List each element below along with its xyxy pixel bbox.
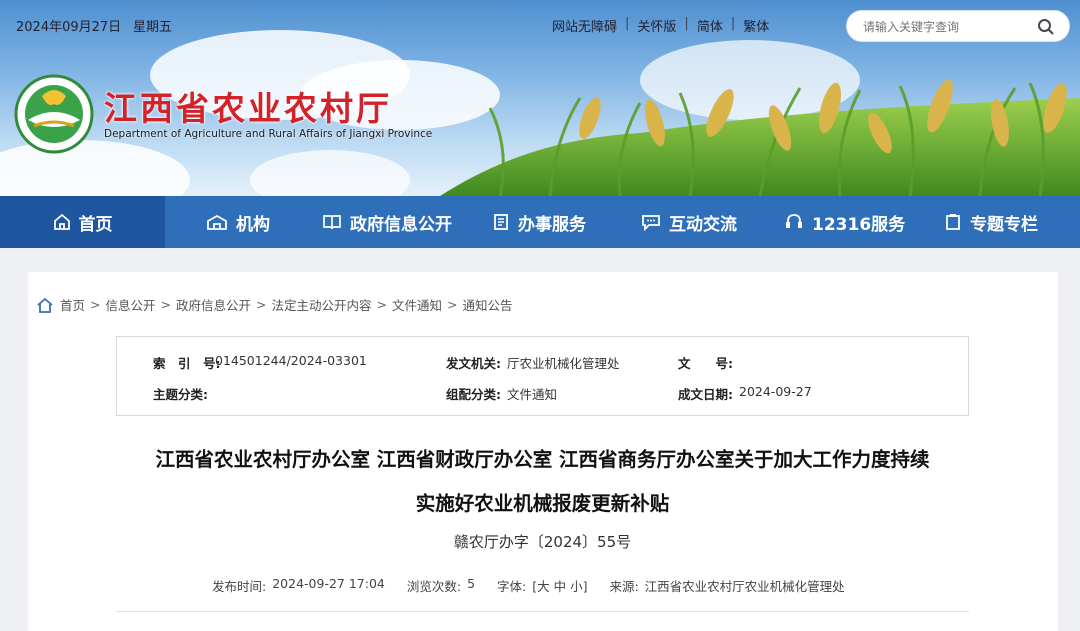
clipboard-icon <box>946 214 960 230</box>
search-box <box>846 10 1070 42</box>
article-title-line-1: 江西省农业农村厅办公室 江西省财政厅办公室 江西省商务厅办公室关于加大工作力度持… <box>155 448 930 471</box>
nav-item-interaction[interactable]: 互动交流 <box>641 196 737 248</box>
nav-item-label: 互动交流 <box>669 214 737 235</box>
simplified-chinese-link[interactable]: 简体 <box>697 16 723 35</box>
article-info-bar: 发布时间: 2024-09-27 17:04 浏览次数: 5 字体: [大 中 … <box>212 576 845 595</box>
breadcrumb-item[interactable]: 信息公开 <box>106 295 156 314</box>
chevron-right-icon: > <box>256 297 267 312</box>
doc-number-label: 文 号: <box>678 356 733 371</box>
category-value: 文件通知 <box>507 387 558 402</box>
source-value: 江西省农业农村厅农业机械化管理处 <box>644 579 845 594</box>
nav-item-label: 办事服务 <box>518 214 586 235</box>
current-date: 2024年09月27日 <box>16 20 122 35</box>
nav-item-home[interactable]: 首页 <box>0 196 165 248</box>
nav-item-services[interactable]: 办事服务 <box>492 196 586 248</box>
building-icon <box>207 214 227 230</box>
written-date-label: 成文日期: <box>678 387 733 402</box>
publish-time-label: 发布时间: <box>212 579 267 594</box>
cloud-decoration <box>250 150 410 196</box>
breadcrumb-item[interactable]: 文件通知 <box>392 295 442 314</box>
nav-item-organization[interactable]: 机构 <box>206 196 270 248</box>
written-date-value: 2024-09-27 <box>739 384 812 399</box>
breadcrumb-item[interactable]: 法定主动公开内容 <box>272 295 372 314</box>
site-title: 江西省农业农村厅 <box>104 89 392 128</box>
document-icon <box>494 214 508 230</box>
topic-label: 主题分类: <box>153 387 208 402</box>
header-banner: 2024年09月27日 星期五 网站无障碍 | 关怀版 | 简体 | 繁体 江西… <box>0 0 1080 196</box>
nav-item-12316[interactable]: 12316服务 <box>784 196 905 248</box>
nav-item-topics[interactable]: 专题专栏 <box>944 196 1038 248</box>
site-title-english: Department of Agriculture and Rural Affa… <box>104 128 433 140</box>
chat-icon <box>642 215 660 231</box>
divider <box>116 611 969 612</box>
breadcrumb-item[interactable]: 通知公告 <box>463 295 513 314</box>
breadcrumb: 首页 > 信息公开 > 政府信息公开 > 法定主动公开内容 > 文件通知 > 通知公告 <box>36 295 513 314</box>
top-links: 网站无障碍 | 关怀版 | 简体 | 繁体 <box>552 16 769 35</box>
rice-field-image <box>440 79 1080 196</box>
category-label: 组配分类: <box>446 387 501 402</box>
top-bar: 2024年09月27日 星期五 网站无障碍 | 关怀版 | 简体 | 繁体 <box>0 0 1080 48</box>
separator: | <box>730 16 736 31</box>
separator: | <box>625 16 630 31</box>
care-mode-link[interactable]: 关怀版 <box>637 16 676 35</box>
main-nav: 首页 机构 政府信息公开 办事服务 互动交流 12316服务 专题专栏 <box>0 196 1080 248</box>
font-size-switcher[interactable]: [大 中 小] <box>532 576 587 595</box>
chevron-right-icon: > <box>447 297 458 312</box>
article-title-line-2: 实施好农业机械报废更新补贴 <box>415 492 670 515</box>
accessibility-link[interactable]: 网站无障碍 <box>552 16 617 35</box>
issuer-label: 发文机关: <box>446 356 501 371</box>
publish-time-value: 2024-09-27 17:04 <box>272 576 385 591</box>
document-metadata-box: 索 引 号: 014501244/2024-03301 发文机关: 厅农业机械化… <box>116 336 969 416</box>
views-value: 5 <box>467 576 476 591</box>
search-input[interactable] <box>863 18 1033 36</box>
index-value: 014501244/2024-03301 <box>215 353 367 368</box>
breadcrumb-item[interactable]: 政府信息公开 <box>176 295 251 314</box>
nav-item-label: 专题专栏 <box>970 214 1038 235</box>
nav-item-label: 12316服务 <box>812 214 906 235</box>
chevron-right-icon: > <box>160 297 171 312</box>
nav-item-label: 机构 <box>236 214 270 235</box>
home-icon <box>53 213 70 230</box>
search-icon[interactable] <box>1037 18 1055 36</box>
book-icon <box>323 215 341 230</box>
traditional-chinese-link[interactable]: 繁体 <box>743 16 769 35</box>
views-label: 浏览次数: <box>406 579 462 594</box>
article-doc-number: 赣农厅办字〔2024〕55号 <box>453 533 632 551</box>
home-icon <box>37 297 53 313</box>
chevron-right-icon: > <box>90 297 101 312</box>
current-weekday: 星期五 <box>133 20 173 35</box>
index-label: 索 引 号: <box>153 356 221 371</box>
chevron-right-icon: > <box>376 297 387 312</box>
department-logo[interactable] <box>14 74 94 154</box>
source-label: 来源: <box>609 579 639 594</box>
nav-item-label: 政府信息公开 <box>350 214 452 235</box>
nav-item-label: 首页 <box>78 214 113 235</box>
issuer-value: 厅农业机械化管理处 <box>507 356 620 371</box>
separator: | <box>684 16 689 31</box>
breadcrumb-home[interactable]: 首页 <box>60 295 85 314</box>
font-size-label: 字体: <box>497 579 527 594</box>
nav-item-gov-info[interactable]: 政府信息公开 <box>322 196 452 248</box>
headset-icon <box>786 214 802 228</box>
